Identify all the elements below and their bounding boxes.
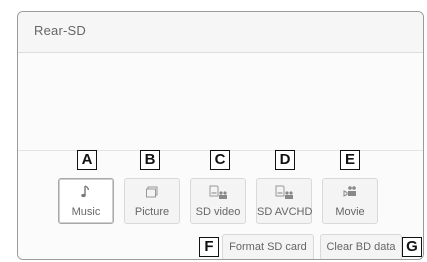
callout-f: F [199, 237, 219, 257]
sd-avchd-label: SD AVCHD [257, 206, 313, 218]
picture-icon [125, 184, 179, 202]
sd-avchd-icon [257, 184, 311, 202]
sd-video-label: SD video [195, 206, 241, 218]
sd-video-button[interactable]: SD video [190, 178, 246, 224]
callout-b: B [140, 150, 160, 170]
sd-avchd-button[interactable]: SD AVCHD [256, 178, 312, 224]
rear-sd-screen: Rear-SD A B C D E Music Picture SD video… [17, 11, 424, 260]
movie-icon [323, 184, 377, 202]
music-label: Music [71, 206, 101, 218]
callout-d: D [275, 150, 295, 170]
callout-c: C [210, 150, 230, 170]
picture-button[interactable]: Picture [124, 178, 180, 224]
format-sd-card-button[interactable]: Format SD card [222, 234, 314, 259]
sd-video-icon [191, 184, 245, 202]
title-bar: Rear-SD [18, 12, 423, 53]
callout-a: A [77, 150, 97, 170]
page-title: Rear-SD [34, 23, 86, 38]
picture-label: Picture [134, 206, 170, 218]
movie-button[interactable]: Movie [322, 178, 378, 224]
movie-label: Movie [335, 206, 365, 218]
clear-bd-data-button[interactable]: Clear BD data [320, 234, 402, 259]
callout-e: E [340, 150, 360, 170]
music-note-icon [59, 184, 113, 202]
music-button[interactable]: Music [58, 178, 114, 224]
callout-g: G [402, 237, 422, 257]
